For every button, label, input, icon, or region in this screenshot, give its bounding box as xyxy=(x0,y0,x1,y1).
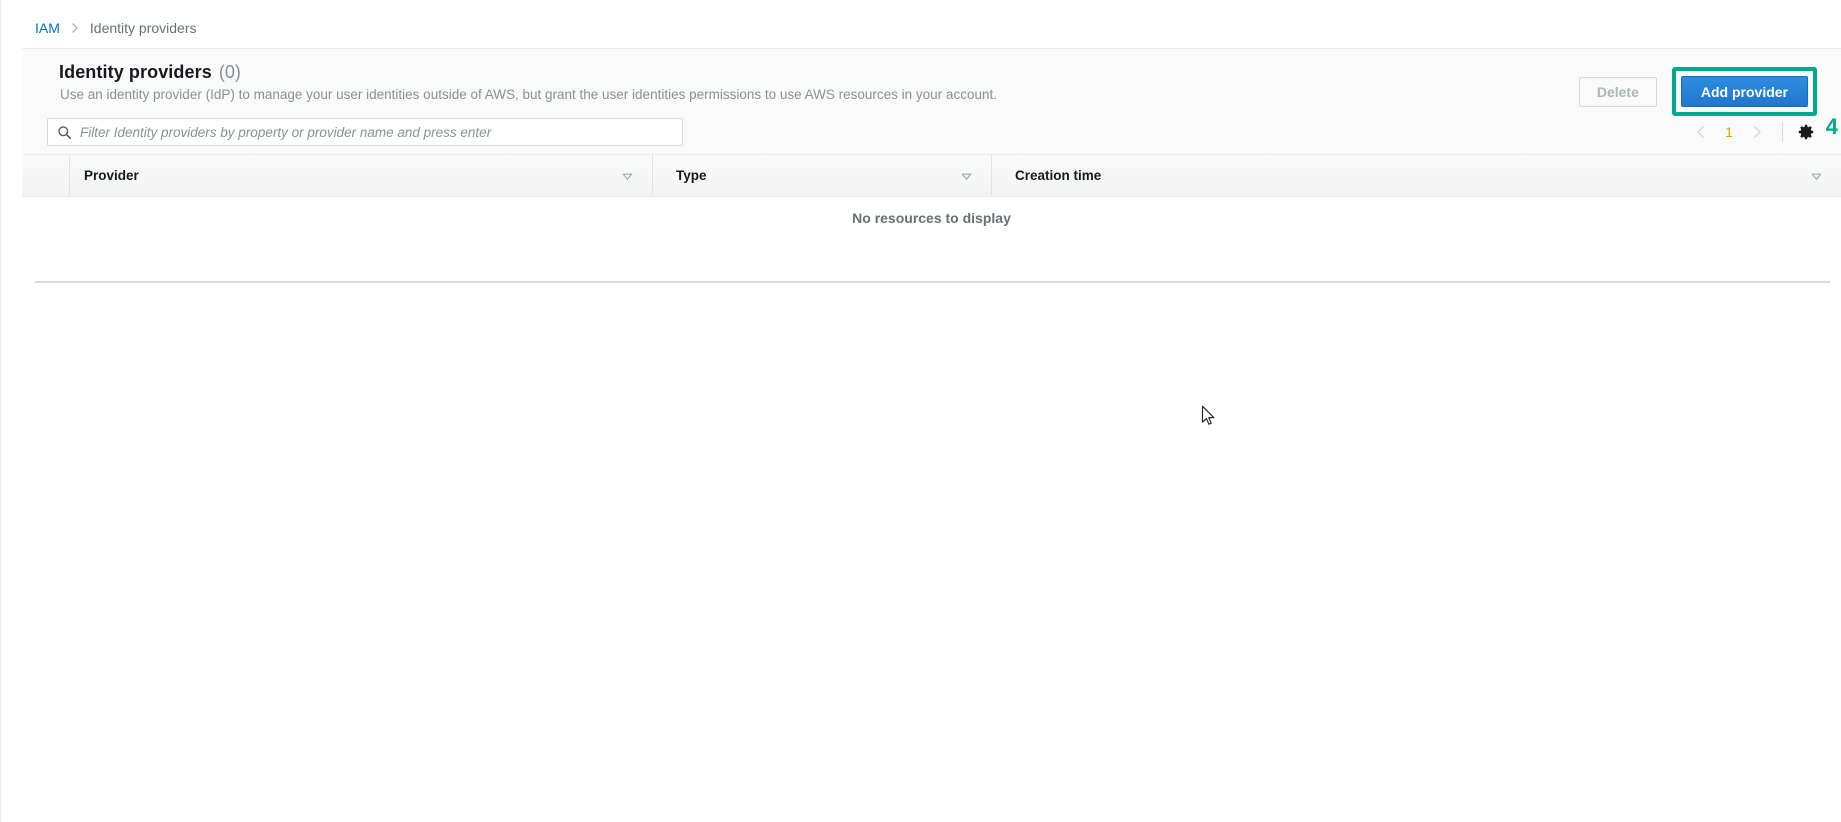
search-box[interactable] xyxy=(47,118,683,146)
search-input[interactable] xyxy=(80,119,682,145)
table-header-select-spacer xyxy=(22,155,69,196)
breadcrumb-item-current: Identity providers xyxy=(89,20,197,36)
breadcrumb-item-iam[interactable]: IAM xyxy=(35,18,60,38)
table-header-provider[interactable]: Provider xyxy=(69,155,652,196)
page-left-border xyxy=(0,0,1,822)
table-bottom-border xyxy=(35,281,1830,283)
table-toolbar: 1 xyxy=(22,106,1841,154)
chevron-right-icon[interactable] xyxy=(1744,119,1770,145)
table-header-row: Provider Type Creation time xyxy=(22,154,1841,197)
gear-icon[interactable] xyxy=(1795,121,1817,143)
table-header-creation-time-label: Creation time xyxy=(1015,168,1102,183)
identity-providers-panel: Identity providers (0) Use an identity p… xyxy=(22,49,1841,283)
sort-caret-icon xyxy=(960,169,973,182)
panel-header: Identity providers (0) Use an identity p… xyxy=(22,49,1841,139)
sort-caret-icon xyxy=(1810,169,1823,182)
table-header-type[interactable]: Type xyxy=(652,155,991,196)
identity-providers-table: Provider Type Creation time No resources… xyxy=(22,154,1841,238)
add-provider-button[interactable]: Add provider xyxy=(1680,76,1808,107)
toolbar-divider xyxy=(1782,122,1783,142)
search-icon xyxy=(57,125,72,140)
page-description: Use an identity provider (IdP) to manage… xyxy=(60,87,997,102)
table-header-creation-time[interactable]: Creation time xyxy=(991,155,1841,196)
page-title: Identity providers xyxy=(59,62,212,82)
chevron-right-icon xyxy=(69,22,81,34)
table-empty-state: No resources to display xyxy=(22,197,1841,238)
pagination-controls: 1 xyxy=(1688,118,1817,146)
table-header-type-label: Type xyxy=(676,168,707,183)
mouse-pointer-icon xyxy=(1201,405,1217,429)
breadcrumb: IAM Identity providers xyxy=(35,18,197,38)
sort-caret-icon xyxy=(621,169,634,182)
chevron-left-icon[interactable] xyxy=(1688,119,1714,145)
pagination-page-1[interactable]: 1 xyxy=(1714,124,1744,140)
table-header-provider-label: Provider xyxy=(84,168,139,183)
page-title-count: (0) xyxy=(218,62,241,82)
delete-button[interactable]: Delete xyxy=(1578,76,1657,107)
page-title-row: Identity providers (0) xyxy=(59,62,241,83)
